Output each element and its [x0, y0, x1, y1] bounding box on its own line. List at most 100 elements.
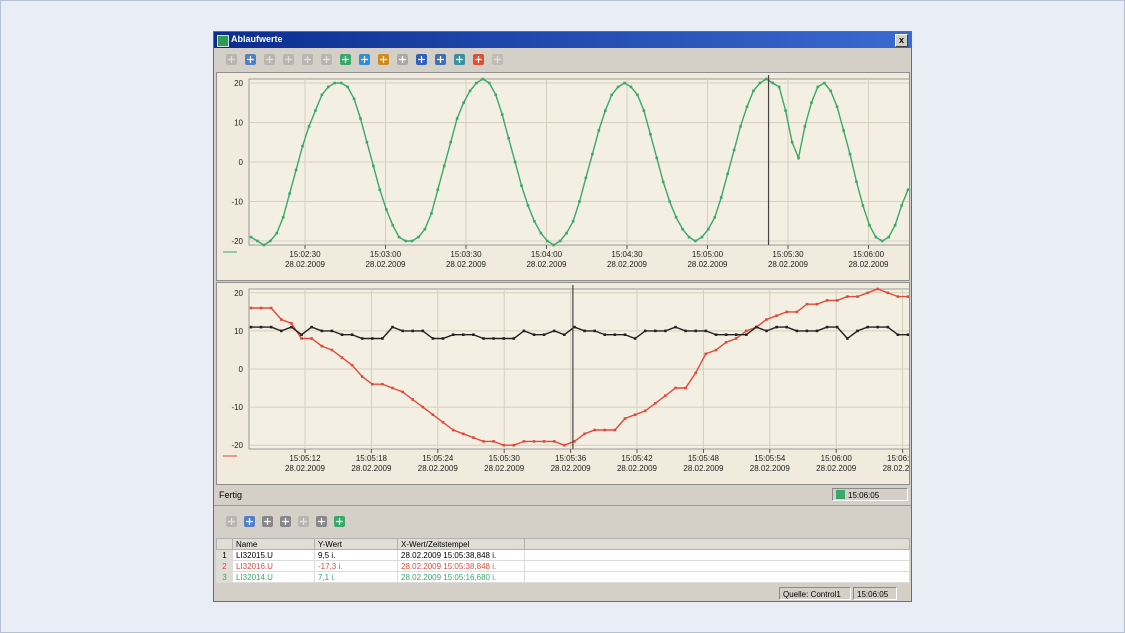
print-icon[interactable]	[314, 514, 329, 529]
stop-icon[interactable]	[414, 52, 429, 67]
table-row[interactable]: 1 LI32015.U 9,5 i. 28.02.2009 15:05:38,848 …	[216, 549, 910, 561]
data-point	[327, 85, 330, 89]
x-tick-date: 28.02.2009	[351, 464, 392, 473]
ruler-icon[interactable]	[376, 52, 391, 67]
data-point	[823, 81, 826, 85]
data-point	[462, 432, 465, 436]
close-button[interactable]: x	[895, 34, 908, 47]
bottom-chart-panel: 20 10 0 -10 -20 15:05:12 28.02.2009 15:05:18 28.…	[216, 282, 910, 485]
data-point	[300, 333, 303, 336]
last-icon[interactable]	[319, 52, 334, 67]
remove-curve-icon[interactable]	[278, 514, 293, 529]
x-tick-time: 15:05:00	[692, 250, 724, 259]
data-point	[855, 180, 858, 184]
info-icon[interactable]	[224, 52, 239, 67]
data-point	[593, 428, 596, 432]
remove-curve-icon[interactable]	[471, 52, 486, 67]
data-point	[880, 239, 884, 243]
data-point	[290, 325, 293, 329]
data-point	[320, 329, 324, 333]
data-point	[442, 164, 446, 168]
top-chart[interactable]: 20100-10-2015:02:3028.02.200915:03:0028.…	[217, 73, 909, 280]
prev-icon[interactable]	[262, 52, 277, 67]
empty-cell	[524, 571, 910, 583]
x-tick-time: 15:05:18	[356, 454, 388, 463]
name-column-header[interactable]: Name	[232, 538, 315, 550]
data-point	[846, 295, 849, 298]
next-icon[interactable]	[296, 514, 311, 529]
curve-x-value: 28.02.2009 15:05:16,680 i.	[397, 571, 525, 583]
info-icon[interactable]	[224, 514, 239, 529]
y-tick-label: -10	[231, 198, 243, 207]
data-point	[765, 329, 768, 333]
data-point	[674, 386, 677, 390]
data-point	[846, 337, 849, 340]
data-point	[654, 402, 657, 405]
next-disabled-icon[interactable]	[490, 52, 505, 67]
bottom-chart[interactable]: 20100-10-2015:05:1228.02.200915:05:1828.…	[217, 283, 909, 484]
x-tick-time: 15:06:00	[853, 250, 885, 259]
x-tick-time: 15:06:06	[887, 454, 909, 463]
data-point	[502, 337, 505, 340]
data-point	[526, 204, 530, 207]
x-value-column-header[interactable]: X-Wert/Zeitstempel	[397, 538, 525, 550]
data-point	[603, 428, 607, 432]
data-point	[300, 337, 303, 340]
grid-icon[interactable]	[395, 52, 410, 67]
data-point	[482, 440, 485, 443]
data-point	[401, 329, 404, 333]
data-point	[775, 325, 778, 329]
data-point	[906, 333, 909, 336]
data-point	[352, 97, 356, 101]
data-point	[835, 299, 839, 302]
zoom-in-icon[interactable]	[338, 52, 353, 67]
y-tick-label: 10	[234, 118, 243, 127]
print-icon[interactable]	[433, 52, 448, 67]
y-tick-label: 10	[234, 327, 243, 336]
data-point	[494, 93, 498, 97]
rewind-icon[interactable]	[281, 52, 296, 67]
data-point	[507, 137, 510, 140]
data-point	[674, 325, 677, 329]
data-point	[269, 306, 273, 310]
data-point	[661, 180, 665, 184]
x-tick-time: 15:02:30	[289, 250, 321, 259]
data-point	[714, 333, 718, 336]
status-text: Fertig	[219, 490, 243, 500]
toolbar-view-icon[interactable]	[243, 52, 258, 67]
table-row[interactable]: 2 LI32016.U -17,3 i. 28.02.2009 15:05:38,84…	[216, 560, 910, 572]
data-point	[262, 243, 266, 247]
table-row[interactable]: 3 LI32014.U 7,1 i. 28.02.2009 15:05:16,680 …	[216, 571, 910, 583]
data-point	[704, 329, 708, 333]
y-tick-label: -10	[231, 403, 243, 412]
data-point	[856, 329, 859, 333]
status-bar: Fertig 15:06:05	[214, 487, 911, 503]
data-point	[876, 287, 879, 291]
data-point	[290, 322, 293, 325]
forward-icon[interactable]	[300, 52, 315, 67]
data-point	[694, 371, 697, 375]
data-point	[552, 440, 556, 443]
data-point	[462, 101, 465, 104]
select-curve-icon[interactable]	[452, 52, 467, 67]
x-tick-time: 15:05:54	[754, 454, 786, 463]
data-point	[520, 184, 523, 187]
bottom-time: 15:06:05	[853, 587, 897, 600]
x-tick-date: 28.02.2009	[687, 260, 728, 269]
x-tick-time: 15:04:30	[611, 250, 643, 259]
data-point	[805, 302, 809, 306]
data-point	[314, 109, 317, 112]
data-point	[745, 105, 749, 108]
app-icon	[217, 35, 229, 47]
apply-icon[interactable]	[332, 514, 347, 529]
data-point	[500, 113, 504, 116]
zoom-move-icon[interactable]	[357, 52, 372, 67]
title-bar: Ablaufwerte x	[214, 32, 911, 48]
data-point	[825, 299, 829, 302]
x-tick-date: 28.02.2009	[551, 464, 592, 473]
save-icon[interactable]	[242, 514, 257, 529]
y-value-column-header[interactable]: Y-Wert	[314, 538, 398, 550]
data-point	[360, 337, 364, 340]
data-point	[350, 363, 354, 367]
select-curve-icon[interactable]	[260, 514, 275, 529]
